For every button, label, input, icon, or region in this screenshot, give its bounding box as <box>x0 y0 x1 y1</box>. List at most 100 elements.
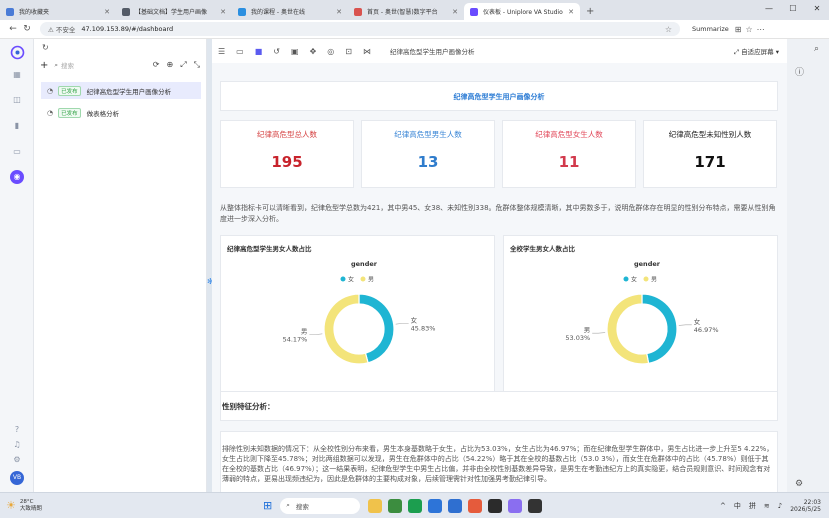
feature-title-card: 性别特征分析： <box>220 391 778 421</box>
url-field[interactable]: ⚠ 不安全 47.109.153.89/#/dashboard ☆ <box>40 22 680 36</box>
pie-chart-highrisk: gender女 男女45.83%男54.17% <box>283 260 436 365</box>
maximize-icon[interactable]: ☐ <box>781 0 805 18</box>
info-icon[interactable]: ⓘ <box>795 65 804 78</box>
share-icon[interactable]: ⋈ <box>363 47 371 56</box>
browser-tab-2[interactable]: 我的课程 - 奥世在线 ✕ <box>232 3 348 20</box>
add-icon[interactable]: + <box>40 60 48 71</box>
volume-icon[interactable]: ♪ <box>778 502 782 510</box>
image-icon[interactable]: ▣ <box>291 47 299 56</box>
taskbar: ☀ 28°C 大致晴朗 ⊞ ⌕ 搜索 ^ 中 拼 ≋ ♪ 22:03 2026/5/… <box>0 492 829 518</box>
wifi-icon[interactable]: ≋ <box>764 502 770 510</box>
pie-slice-女[interactable] <box>641 293 678 365</box>
close-icon[interactable]: ✕ <box>452 8 458 16</box>
browser-extension-icons[interactable]: ⊞☆⋯ <box>735 25 769 34</box>
ime-indicator[interactable]: 中 <box>734 501 741 511</box>
app-icon-6[interactable] <box>468 498 483 513</box>
avatar[interactable]: VB <box>10 471 24 485</box>
target-icon[interactable]: ⊕ <box>166 60 173 70</box>
tray-chevron-icon[interactable]: ^ <box>720 502 726 510</box>
save-icon[interactable]: ■ <box>255 47 263 56</box>
expand-icon: ⤢ <box>733 47 740 56</box>
clock[interactable]: 22:03 2026/5/25 <box>790 499 821 513</box>
folder-icon[interactable]: ▭ <box>12 147 22 157</box>
browser-tab-4[interactable]: 仪表板 - Uniplore VA Studio ✕ <box>464 3 580 20</box>
app-icon-8[interactable] <box>508 498 523 513</box>
right-side-strip: ⓘ ⚙ <box>787 39 829 492</box>
close-icon[interactable]: ✕ <box>568 8 574 16</box>
page-title: 纪律高危型学生用户画像分析 <box>453 93 545 101</box>
weather-widget[interactable]: ☀ 28°C 大致晴朗 <box>6 499 58 513</box>
new-tab-button[interactable]: + <box>580 6 600 20</box>
taskbar-search[interactable]: ⌕ 搜索 <box>280 497 361 514</box>
chart-title: 纪律高危型学生男女人数占比 <box>227 245 312 253</box>
summarize-button[interactable]: Summarize <box>692 25 729 33</box>
chart-tool-icon[interactable]: ▭ <box>236 47 244 56</box>
refresh-icon[interactable]: ↻ <box>20 24 34 34</box>
browser-sidebar-search-icon[interactable]: ⌕ <box>814 44 819 54</box>
bell-icon[interactable]: ♫ <box>12 440 22 450</box>
legend-label[interactable]: 女 <box>631 276 637 284</box>
close-window-icon[interactable]: ✕ <box>805 0 829 18</box>
refresh-tree-icon[interactable]: ↻ <box>42 43 49 52</box>
undo-icon[interactable]: ↺ <box>273 47 280 56</box>
legend-marker <box>623 276 629 282</box>
app-icon-1[interactable] <box>368 498 383 513</box>
legend-label[interactable]: 男 <box>651 277 657 284</box>
browser-tab-3[interactable]: 首页 - 奥世(智慧)数字平台 ✕ <box>348 3 464 20</box>
chart-icon[interactable]: ▮ <box>12 121 22 131</box>
app-icon-5[interactable] <box>448 498 463 513</box>
slice-category-label: 男 <box>301 328 308 336</box>
close-icon[interactable]: ✕ <box>104 8 110 16</box>
search-icon: ⌕ <box>54 60 59 69</box>
slice-percent-label: 45.83% <box>411 324 436 332</box>
browser-tab-0[interactable]: 我的收藏夹 ✕ <box>0 3 116 20</box>
tree-search-input[interactable]: ⌕ 搜索 <box>54 59 122 71</box>
browser-tab-1[interactable]: 【基础文档】学生用户画像 ✕ <box>116 3 232 20</box>
bookmark-star-icon[interactable]: ☆ <box>665 25 672 34</box>
back-icon[interactable]: ← <box>6 24 20 34</box>
close-icon[interactable]: ✕ <box>336 8 342 16</box>
label-leader-line <box>592 332 606 334</box>
tree-item-0[interactable]: ◔ 已发布 纪律高危型学生用户画像分析 <box>41 82 201 99</box>
taskbar-apps <box>368 498 543 513</box>
preview-icon[interactable]: ◎ <box>327 47 334 56</box>
dashboard-icon[interactable]: ◉ <box>10 170 24 184</box>
app-icon-3[interactable] <box>408 498 423 513</box>
window-controls: — ☐ ✕ <box>757 0 829 18</box>
app-icon-2[interactable] <box>388 498 403 513</box>
settings-float-icon[interactable]: ⚙ <box>795 479 803 489</box>
pie-slice-男[interactable] <box>606 293 650 365</box>
app-icon-9[interactable] <box>528 498 543 513</box>
security-warning[interactable]: ⚠ 不安全 <box>48 24 75 34</box>
legend-marker <box>340 276 346 282</box>
legend-label[interactable]: 女 <box>348 276 354 284</box>
publish-icon[interactable]: ⊡ <box>345 47 352 56</box>
legend-label[interactable]: 男 <box>368 277 374 284</box>
sync-icon[interactable]: ⟳ <box>153 60 160 70</box>
tree-item-1[interactable]: ◔ 已发布 做表格分析 <box>41 104 201 121</box>
close-icon[interactable]: ✕ <box>220 8 226 16</box>
tab-title: 【基础文档】学生用户画像 <box>135 9 208 16</box>
legend-title: gender <box>634 260 661 268</box>
help-icon[interactable]: ? <box>12 425 22 435</box>
tree-item-label: 做表格分析 <box>86 109 120 118</box>
collapse-icon[interactable]: ⤡ <box>194 60 200 70</box>
slice-category-label: 男 <box>584 326 591 334</box>
database-icon[interactable]: ◫ <box>12 95 22 105</box>
app-icon-7[interactable] <box>488 498 503 513</box>
pie-slice-女[interactable] <box>358 293 395 364</box>
minimize-icon[interactable]: — <box>757 0 781 18</box>
tab-title: 仪表板 - Uniplore VA Studio <box>483 9 563 16</box>
ime-mode[interactable]: 拼 <box>749 501 756 511</box>
list-icon[interactable]: ☰ <box>218 47 225 56</box>
chart-title: 全校学生男女人数占比 <box>510 245 575 253</box>
filter-icon[interactable]: ✥ <box>310 47 317 56</box>
expand-icon[interactable]: ⤢ <box>180 60 186 70</box>
kpi-value: 171 <box>694 153 726 171</box>
adaptive-screen-dropdown[interactable]: ⤢ 自适应屏幕 ▾ <box>734 46 779 57</box>
windows-start-icon[interactable]: ⊞ <box>263 499 272 512</box>
kpi-value: 195 <box>271 153 303 171</box>
app-icon-4[interactable] <box>428 498 443 513</box>
grid-icon[interactable]: ▦ <box>12 70 22 80</box>
settings-icon[interactable]: ⚙ <box>12 455 22 465</box>
